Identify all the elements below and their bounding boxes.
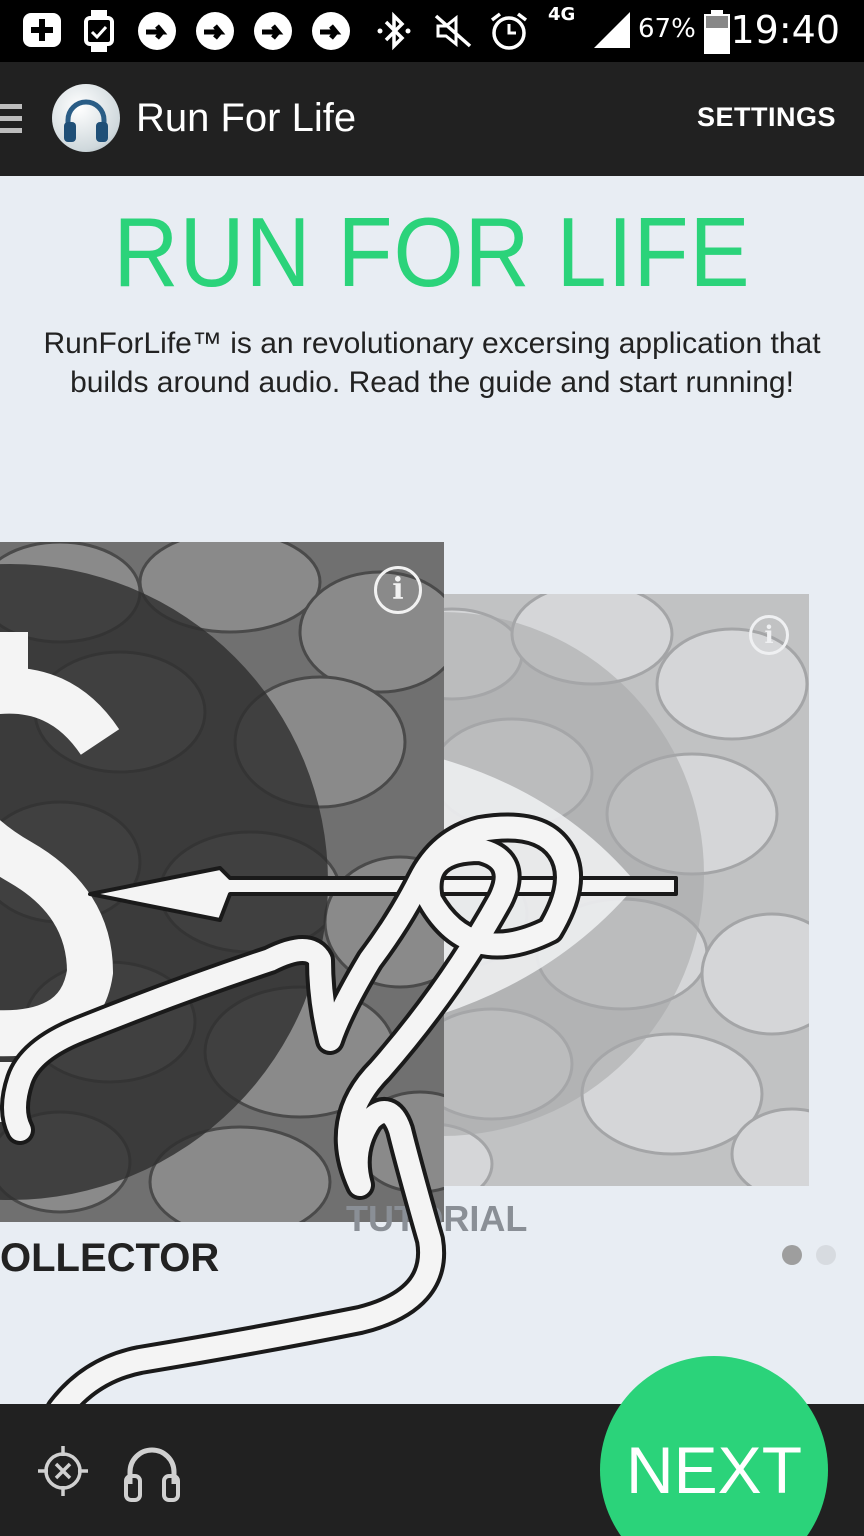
next-label: NEXT <box>625 1433 803 1507</box>
swipe-gesture-overlay <box>0 812 678 1425</box>
headphones-icon[interactable] <box>120 1440 184 1504</box>
gps-target-icon[interactable] <box>36 1444 90 1498</box>
